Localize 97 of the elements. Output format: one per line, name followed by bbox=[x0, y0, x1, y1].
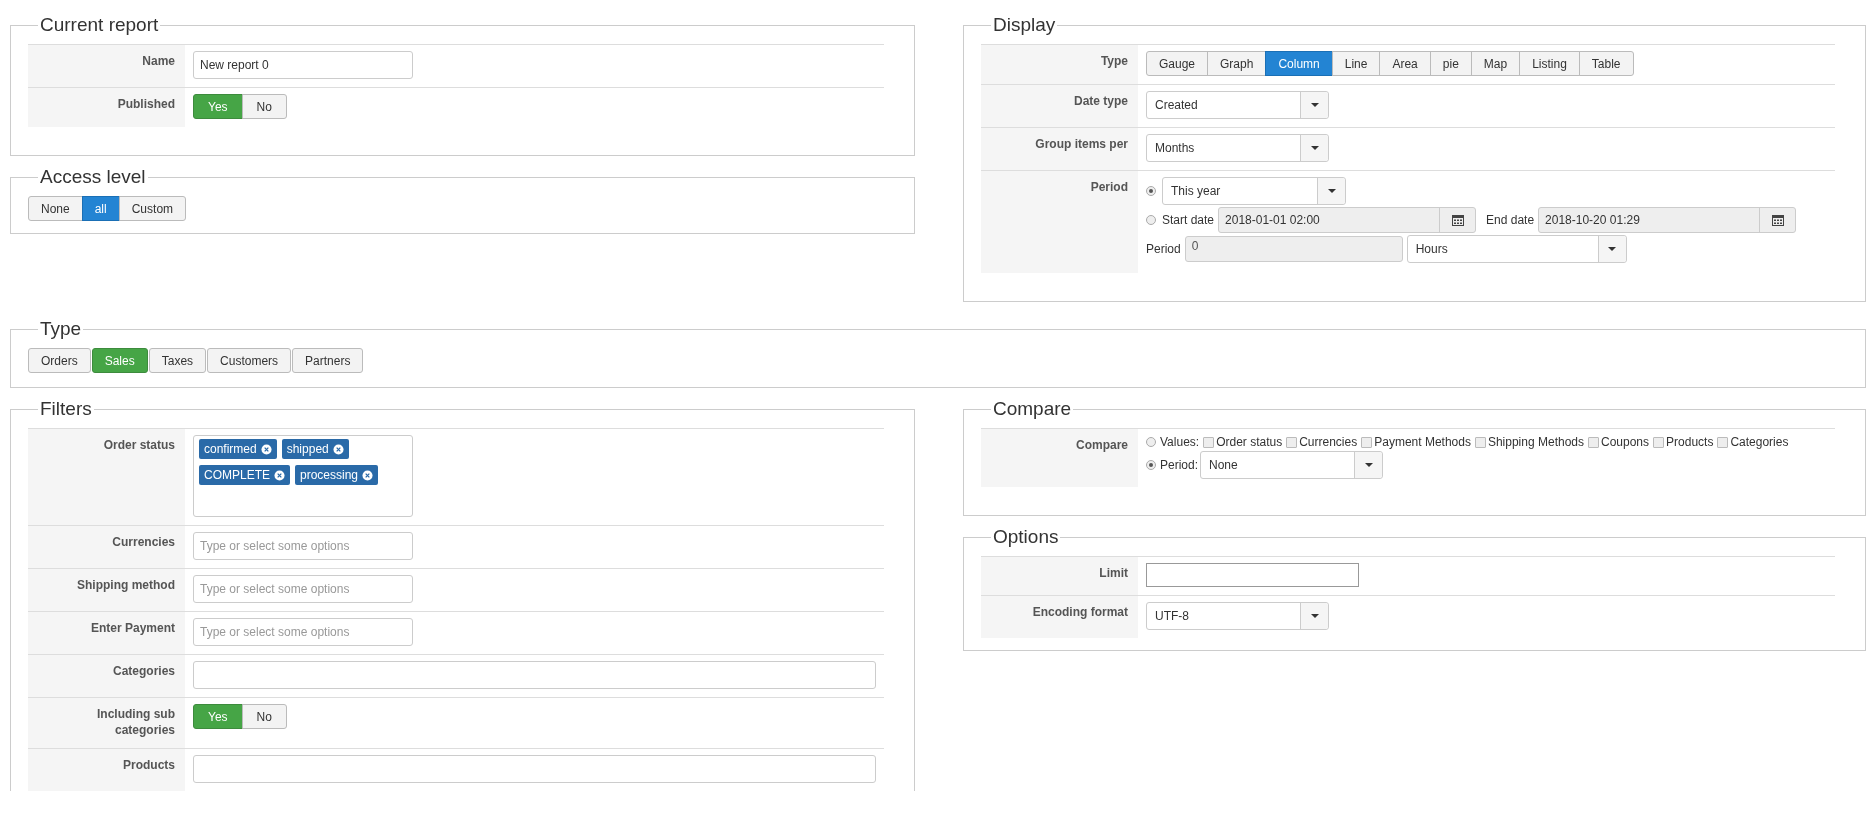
encoding-dropdown[interactable]: UTF-8 bbox=[1146, 602, 1329, 630]
checkbox[interactable] bbox=[1203, 436, 1215, 448]
caret-icon bbox=[1364, 463, 1373, 467]
order-status-multiselect[interactable]: confirmed shipped COMPLETE processing bbox=[193, 435, 413, 517]
field-label: Type bbox=[1100, 54, 1128, 68]
field-label: Group items per bbox=[1035, 137, 1128, 151]
option-label: Products bbox=[1666, 435, 1714, 449]
panel-title: Access level bbox=[39, 166, 147, 188]
status-tag[interactable]: shipped bbox=[281, 439, 349, 459]
multiselect-field[interactable]: Type or select some options bbox=[193, 575, 413, 603]
caret-icon bbox=[1310, 146, 1319, 150]
option-label: Shipping Methods bbox=[1487, 435, 1584, 449]
checkbox[interactable] bbox=[1717, 436, 1729, 448]
field-label: Enter Payment bbox=[90, 621, 175, 635]
field-label: Currencies bbox=[112, 535, 175, 549]
checkbox[interactable] bbox=[1588, 436, 1599, 448]
field-label: End date bbox=[1486, 213, 1535, 227]
field-label: Published bbox=[117, 97, 175, 111]
status-tag[interactable]: COMPLETE bbox=[199, 465, 290, 485]
calendar-icon bbox=[1451, 214, 1464, 226]
field-label: Date type bbox=[1073, 94, 1128, 108]
field-label: Categories bbox=[112, 664, 175, 678]
field-label: Start date bbox=[1162, 213, 1215, 227]
multiselect-field[interactable]: Type or select some options bbox=[193, 532, 413, 560]
input-field[interactable] bbox=[193, 661, 876, 689]
chart-type-option[interactable]: Area bbox=[1379, 51, 1431, 76]
panel-title: Display bbox=[992, 14, 1057, 36]
multiselect-field[interactable]: Type or select some options bbox=[193, 618, 413, 646]
checkbox[interactable] bbox=[1361, 436, 1373, 448]
field-label: Encoding format bbox=[1032, 605, 1128, 619]
report-type-option[interactable]: Customers bbox=[207, 348, 292, 373]
toggle-option[interactable]: No bbox=[241, 704, 287, 729]
access-option[interactable]: all bbox=[81, 196, 120, 221]
option-label: Period: bbox=[1160, 458, 1199, 472]
field-label: Name bbox=[142, 54, 175, 68]
field-label: Compare bbox=[1076, 438, 1128, 452]
chart-type-option[interactable]: Gauge bbox=[1146, 51, 1209, 76]
name-input-field[interactable]: New report 0 bbox=[193, 51, 413, 79]
radio-button[interactable] bbox=[1146, 186, 1156, 196]
caret-icon bbox=[1310, 103, 1319, 107]
remove-icon[interactable] bbox=[362, 469, 374, 481]
group-items-dropdown[interactable]: Months bbox=[1146, 134, 1329, 162]
start-date-field[interactable]: 2018-01-01 02:00 bbox=[1218, 207, 1477, 233]
remove-icon[interactable] bbox=[260, 443, 272, 455]
chart-type-option[interactable]: Listing bbox=[1519, 51, 1580, 76]
field-label: Products bbox=[123, 758, 175, 772]
status-tag[interactable]: confirmed bbox=[199, 439, 277, 459]
option-label: Coupons bbox=[1601, 435, 1650, 449]
field-label: Period bbox=[1090, 180, 1128, 194]
report-type-option[interactable]: Orders bbox=[28, 348, 91, 373]
chart-type-option[interactable]: Graph bbox=[1207, 51, 1267, 76]
access-option[interactable]: Custom bbox=[118, 196, 187, 221]
end-date-field[interactable]: 2018-10-20 01:29 bbox=[1538, 207, 1797, 233]
date-type-dropdown[interactable]: Created bbox=[1146, 91, 1329, 119]
panel-title: Current report bbox=[39, 14, 160, 36]
panel-title: Type bbox=[39, 318, 83, 340]
option-label: Currencies bbox=[1299, 435, 1358, 449]
access-option[interactable]: None bbox=[28, 196, 83, 221]
caret-icon bbox=[1327, 189, 1336, 193]
field-label: Order status bbox=[103, 438, 175, 452]
field-label: Shipping method bbox=[77, 578, 175, 592]
field-label: Including sub categories bbox=[97, 707, 175, 737]
report-type-option[interactable]: Partners bbox=[292, 348, 364, 373]
radio-button[interactable] bbox=[1146, 460, 1156, 470]
period-length-field[interactable]: 0 bbox=[1184, 236, 1403, 262]
report-type-option[interactable]: Taxes bbox=[148, 348, 207, 373]
radio-button[interactable] bbox=[1146, 215, 1156, 225]
chart-type-option[interactable]: pie bbox=[1429, 51, 1472, 76]
panel-title: Options bbox=[992, 526, 1060, 548]
compare-period-dropdown[interactable]: None bbox=[1200, 451, 1384, 479]
caret-icon bbox=[1608, 247, 1617, 251]
option-label: Order status bbox=[1216, 435, 1283, 449]
toggle-option[interactable]: No bbox=[241, 94, 287, 119]
caret-icon bbox=[1310, 614, 1319, 618]
field-label: Period bbox=[1146, 242, 1181, 256]
panel-title: Compare bbox=[992, 398, 1073, 420]
checkbox[interactable] bbox=[1653, 436, 1665, 448]
radio-button[interactable] bbox=[1146, 437, 1156, 447]
checkbox[interactable] bbox=[1474, 436, 1486, 448]
calendar-icon bbox=[1771, 214, 1784, 226]
limit-input-field[interactable] bbox=[1146, 563, 1359, 587]
chart-type-option[interactable]: Line bbox=[1331, 51, 1381, 76]
panel-title: Filters bbox=[39, 398, 93, 420]
period-preset-dropdown[interactable]: This year bbox=[1162, 177, 1346, 205]
period-unit-dropdown[interactable]: Hours bbox=[1406, 235, 1627, 263]
chart-type-option[interactable]: Map bbox=[1470, 51, 1521, 76]
checkbox[interactable] bbox=[1286, 436, 1298, 448]
input-field[interactable] bbox=[193, 755, 876, 783]
option-label: Values: bbox=[1160, 435, 1200, 449]
option-label: Payment Methods bbox=[1374, 435, 1471, 449]
field-label: Limit bbox=[1099, 566, 1128, 580]
remove-icon[interactable] bbox=[274, 469, 285, 481]
chart-type-option[interactable]: Column bbox=[1265, 51, 1333, 76]
chart-type-option[interactable]: Table bbox=[1578, 51, 1634, 76]
status-tag[interactable]: processing bbox=[295, 465, 379, 485]
remove-icon[interactable] bbox=[332, 443, 344, 455]
option-label: Categories bbox=[1730, 435, 1789, 449]
